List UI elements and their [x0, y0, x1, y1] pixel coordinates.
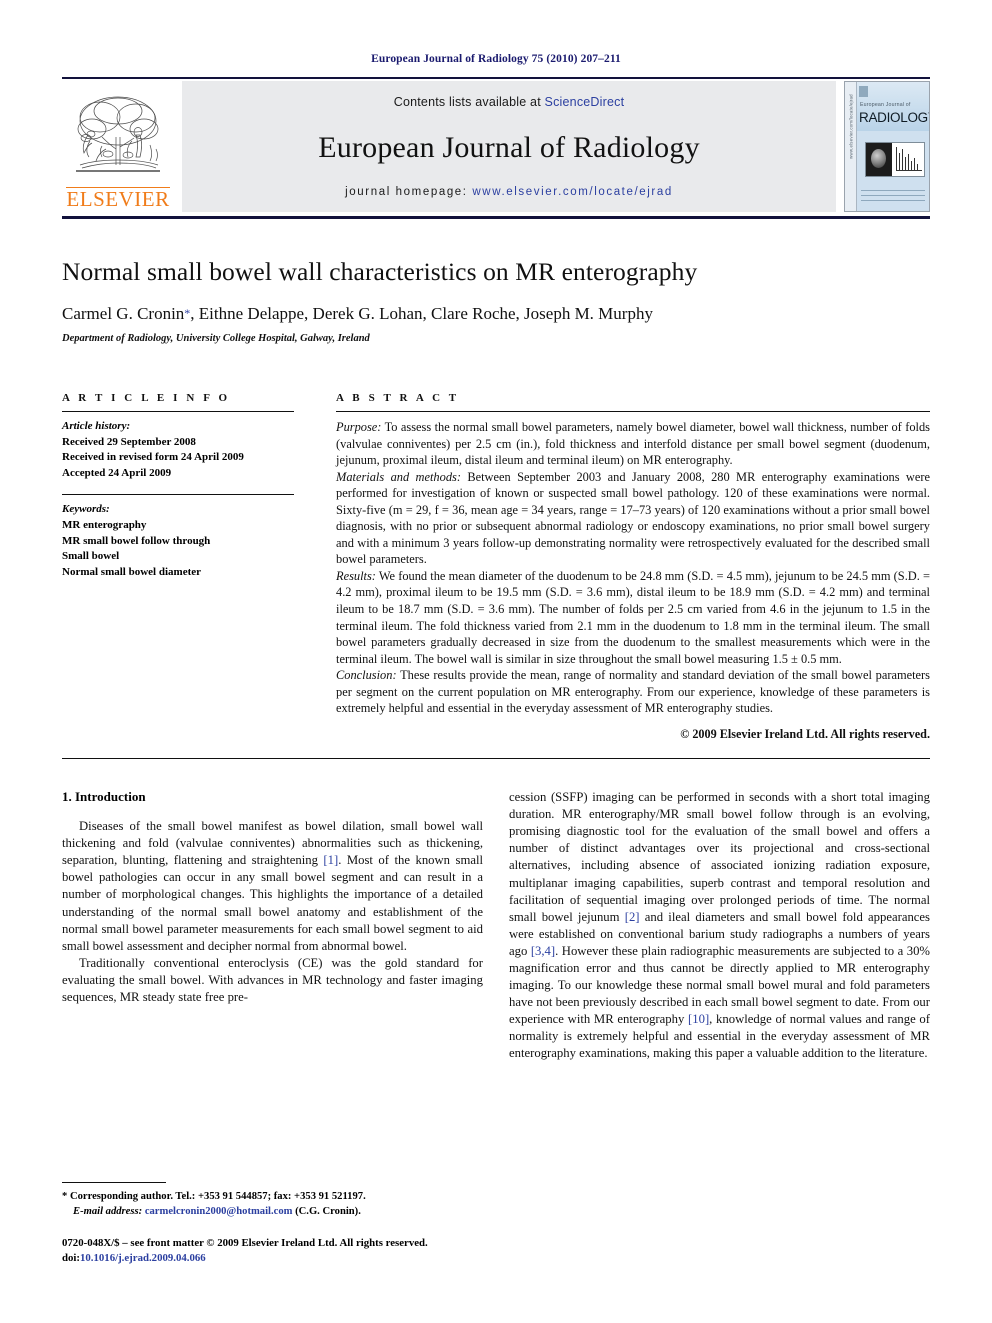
reference-link-10[interactable]: [10]: [688, 1012, 709, 1026]
abstract-results-label: Results:: [336, 568, 376, 583]
keyword-item: MR small bowel follow through: [62, 534, 211, 547]
cover-plot-icon: [892, 143, 924, 176]
footnote-rule: [62, 1182, 166, 1183]
masthead-top-rule: [62, 77, 930, 79]
abstract-purpose-text: To assess the normal small bowel paramet…: [336, 420, 930, 468]
cover-spine: www.elsevier.com/locate/ejrad: [845, 82, 857, 211]
intro-p3-part-a: cession (SSFP) imaging can be performed …: [509, 790, 930, 924]
elsevier-tree-icon: [76, 96, 160, 172]
body-column-right: cession (SSFP) imaging can be performed …: [509, 789, 930, 1062]
author-list: Carmel G. Cronin*, Eithne Delappe, Derek…: [62, 304, 930, 324]
doi-link[interactable]: 10.1016/j.ejrad.2009.04.066: [80, 1252, 206, 1264]
journal-title: European Journal of Radiology: [318, 130, 700, 164]
body-columns: 1. Introduction Diseases of the small bo…: [62, 789, 930, 1062]
body-column-left: 1. Introduction Diseases of the small bo…: [62, 789, 483, 1062]
article-history-received: Received 29 September 2008: [62, 435, 196, 448]
cover-spine-text: www.elsevier.com/locate/ejrad: [848, 94, 854, 159]
doi-line: doi:10.1016/j.ejrad.2009.04.066: [62, 1251, 482, 1267]
abstract-methods: Materials and methods: Between September…: [336, 469, 930, 568]
abstract-conclusion-text: These results provide the mean, range of…: [336, 668, 930, 716]
intro-paragraph-1: Diseases of the small bowel manifest as …: [62, 818, 483, 955]
cover-title: RADIOLOGY: [859, 110, 930, 125]
keyword-item: MR enterography: [62, 519, 147, 532]
abstract-rule-top: [336, 411, 930, 412]
abstract-methods-text: Between September 2003 and January 2008,…: [336, 469, 930, 567]
introduction-heading: 1. Introduction: [62, 789, 146, 805]
keywords-rule: [62, 494, 294, 496]
abstract-heading: A B S T R A C T: [336, 392, 460, 404]
contents-banner: Contents lists available at ScienceDirec…: [182, 81, 836, 212]
abstract-results-text: We found the mean diameter of the duoden…: [336, 568, 930, 666]
keyword-item: Normal small bowel diameter: [62, 565, 201, 578]
homepage-prefix: journal homepage:: [345, 186, 473, 198]
corresponding-author-text: * Corresponding author. Tel.: +353 91 54…: [62, 1191, 366, 1202]
abstract-results: Results: We found the mean diameter of t…: [336, 568, 930, 667]
running-head: European Journal of Radiology 75 (2010) …: [371, 53, 621, 65]
article-info-rule: [62, 411, 294, 412]
brain-mri-icon: [866, 143, 892, 176]
reference-link-2[interactable]: [2]: [625, 910, 640, 924]
cover-kicker: European Journal of: [860, 102, 911, 108]
title-block: Normal small bowel wall characteristics …: [62, 219, 930, 344]
abstract-conclusion-label: Conclusion:: [336, 668, 397, 683]
abstract-methods-label: Materials and methods:: [336, 469, 461, 484]
cover-elsevier-mark-icon: [859, 86, 868, 97]
abstract-bottom-rule: [62, 758, 930, 760]
keywords-label: Keywords:: [62, 503, 110, 516]
article-history-label: Article history:: [62, 420, 131, 432]
cover-figure: [865, 142, 925, 177]
abstract-body: Purpose: To assess the normal small bowe…: [336, 419, 930, 742]
intro-paragraph-3: cession (SSFP) imaging can be performed …: [509, 789, 930, 1062]
contents-prefix: Contents lists available at: [393, 95, 545, 109]
email-suffix: (C.G. Cronin).: [292, 1206, 361, 1218]
reference-link-1[interactable]: [1]: [323, 853, 338, 867]
affiliation: Department of Radiology, University Coll…: [62, 333, 370, 344]
abstract-conclusion: Conclusion: These results provide the me…: [336, 667, 930, 717]
page-title: Normal small bowel wall characteristics …: [62, 257, 698, 286]
intro-p1-part-b: . Most of the known small bowel patholog…: [62, 853, 483, 953]
journal-homepage-line: journal homepage: www.elsevier.com/locat…: [345, 186, 673, 198]
sciencedirect-link[interactable]: ScienceDirect: [545, 95, 625, 109]
journal-homepage-link[interactable]: www.elsevier.com/locate/ejrad: [472, 186, 672, 198]
info-abstract-section: A R T I C L E I N F O Article history: R…: [62, 392, 930, 742]
email-link[interactable]: carmelcronin2000@hotmail.com: [145, 1206, 293, 1217]
reference-link-3-4[interactable]: [3,4]: [531, 944, 555, 958]
journal-cover-thumbnail: www.elsevier.com/locate/ejrad European J…: [844, 81, 930, 212]
article-info-heading: A R T I C L E I N F O: [62, 392, 231, 404]
authors-remaining: , Eithne Delappe, Derek G. Lohan, Clare …: [190, 304, 653, 323]
intro-paragraph-2: Traditionally conventional enteroclysis …: [62, 955, 483, 1004]
issn-block: 0720-048X/$ – see front matter © 2009 El…: [62, 1236, 482, 1267]
doi-label: doi:: [62, 1252, 80, 1265]
paper-page: European Journal of Radiology 75 (2010) …: [0, 0, 992, 1323]
corresponding-author-note: * Corresponding author. Tel.: +353 91 54…: [62, 1189, 482, 1204]
abstract-copyright: © 2009 Elsevier Ireland Ltd. All rights …: [680, 726, 930, 741]
article-history-revised: Received in revised form 24 April 2009: [62, 451, 244, 464]
article-info-column: A R T I C L E I N F O Article history: R…: [62, 392, 312, 742]
keyword-item: Small bowel: [62, 550, 120, 563]
abstract-purpose-label: Purpose:: [336, 420, 382, 434]
author-first: Carmel G. Cronin: [62, 304, 185, 323]
issn-front-matter: 0720-048X/$ – see front matter © 2009 El…: [62, 1236, 428, 1249]
cover-text-lines: [861, 190, 925, 204]
abstract-purpose: Purpose: To assess the normal small bowe…: [336, 419, 930, 469]
article-history-accepted: Accepted 24 April 2009: [62, 466, 172, 479]
elsevier-wordmark: ELSEVIER: [66, 187, 170, 211]
contents-available-line: Contents lists available at ScienceDirec…: [394, 95, 625, 109]
email-label: E-mail address:: [73, 1206, 143, 1218]
email-note: E-mail address: carmelcronin2000@hotmail…: [62, 1204, 482, 1219]
elsevier-logo: ELSEVIER: [62, 81, 174, 212]
journal-masthead: ELSEVIER Contents lists available at Sci…: [62, 81, 930, 212]
abstract-column: A B S T R A C T Purpose: To assess the n…: [312, 392, 930, 742]
footnotes-block: * Corresponding author. Tel.: +353 91 54…: [62, 1182, 482, 1267]
